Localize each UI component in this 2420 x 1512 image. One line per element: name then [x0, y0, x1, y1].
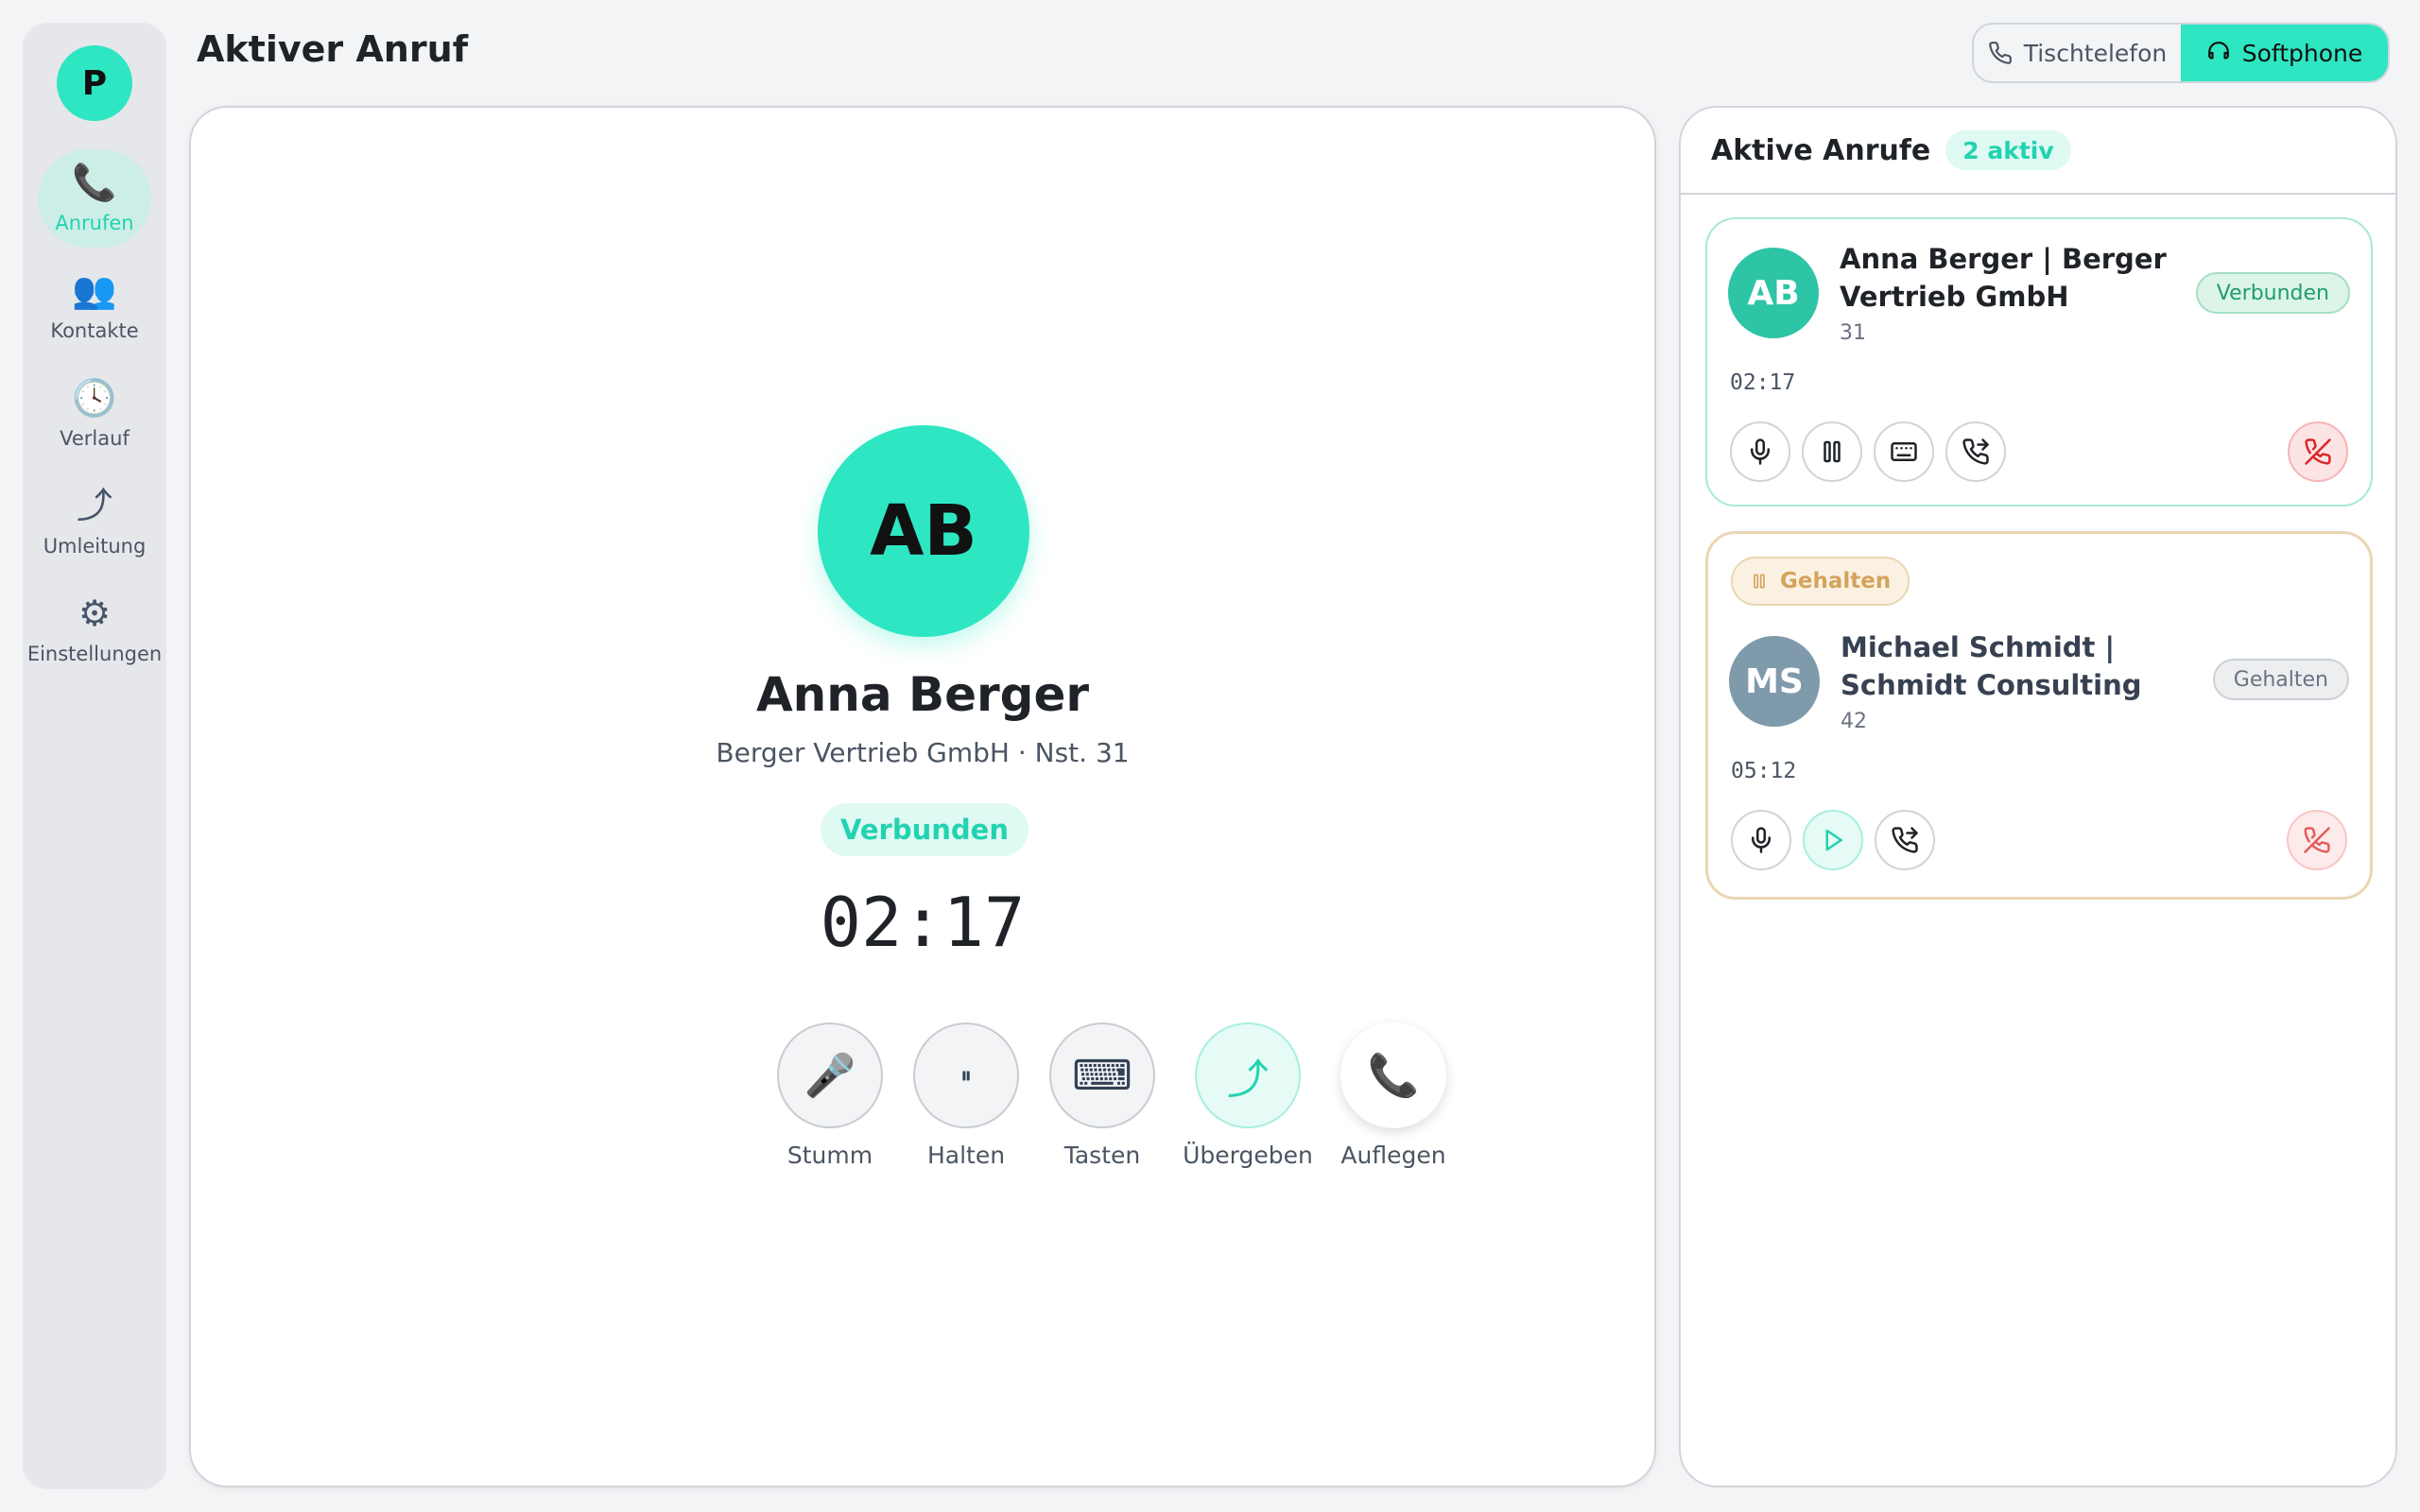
pause-icon: ⏸ [960, 1062, 972, 1089]
keypad-button[interactable]: ⌨ [1049, 1022, 1155, 1128]
call-controls: 🎤 Stumm ⏸ Halten ⌨ Tasten ⤴ Übergeben 📞 [191, 1022, 1654, 1193]
microphone-icon [1752, 827, 1771, 853]
status-badge: Gehalten [2212, 659, 2349, 700]
sidebar-item-label: Einstellungen [26, 643, 163, 665]
avatar: MS [1729, 636, 1820, 727]
hangup-button[interactable] [2288, 421, 2348, 482]
keypad-button[interactable] [1874, 421, 1934, 482]
call-extension: 42 [1841, 710, 1867, 733]
phone-icon: 📞 [72, 162, 117, 203]
active-count-badge: 2 aktiv [1945, 130, 2071, 170]
hangup-control: 📞 Auflegen [1322, 1022, 1464, 1169]
phone-off-icon [2304, 827, 2330, 853]
mode-label: Tischtelefon [2023, 39, 2168, 67]
call-actions [1731, 810, 1935, 870]
status-badge: Verbunden [2195, 272, 2350, 314]
keypad-label: Tasten [1063, 1142, 1141, 1169]
keypad-control: ⌨ Tasten [1031, 1022, 1173, 1169]
mode-label: Softphone [2241, 39, 2363, 67]
held-tag-label: Gehalten [1780, 569, 1892, 593]
call-card-held[interactable]: Gehalten MS Michael Schmidt | Schmidt Co… [1705, 531, 2373, 900]
mute-button[interactable] [1730, 421, 1790, 482]
sidebar-item-label: Verlauf [60, 427, 130, 450]
hold-label: Halten [926, 1142, 1006, 1169]
call-timer: 02:17 [820, 883, 1026, 962]
transfer-control: ⤴ Übergeben [1177, 1022, 1319, 1169]
hangup-label: Auflegen [1340, 1142, 1446, 1169]
call-actions [1730, 421, 2006, 482]
resume-button[interactable] [1803, 810, 1863, 870]
keyboard-icon: ⌨ [1072, 1051, 1132, 1100]
mute-button[interactable] [1731, 810, 1791, 870]
phone-forward-icon [1962, 438, 1989, 465]
call-timer: 05:12 [1731, 759, 1797, 783]
forward-arrow-icon: ⤴ [76, 485, 112, 526]
hold-control: ⏸ Halten [895, 1022, 1037, 1169]
app-logo: P [57, 45, 132, 121]
active-call-card: AB Anna Berger Berger Vertrieb GmbH · Ns… [189, 106, 1656, 1487]
phone-forward-icon [1892, 827, 1918, 853]
sidebar-item-umleitung[interactable]: ⤴ Umleitung [38, 472, 151, 571]
avatar: AB [1728, 248, 1819, 338]
call-status-badge: Verbunden [821, 803, 1028, 856]
mode-tischtelefon-button[interactable]: Tischtelefon [1974, 25, 2181, 81]
hangup-button[interactable]: 📞 [1340, 1022, 1446, 1128]
sidebar-item-anrufen[interactable]: 📞 Anrufen [38, 149, 151, 248]
caller-company: Berger Vertrieb GmbH · Nst. 31 [716, 737, 1130, 768]
transfer-button[interactable] [1945, 421, 2006, 482]
phone-icon [1988, 42, 2012, 64]
call-extension: 31 [1840, 321, 1866, 345]
call-contact-name: Michael Schmidt | Schmidt Consulting [1841, 631, 2142, 701]
mute-button[interactable]: 🎤 [777, 1022, 883, 1128]
phone-hangup-icon: 📞 [1367, 1052, 1420, 1100]
sidebar-item-label: Anrufen [55, 212, 134, 234]
hangup-button[interactable] [2287, 810, 2347, 870]
mode-softphone-button[interactable]: Softphone [2181, 25, 2388, 81]
sidebar-item-einstellungen[interactable]: ⚙ Einstellungen [27, 580, 162, 679]
microphone-icon: 🎤 [804, 1052, 856, 1100]
sidebar-item-verlauf[interactable]: 🕓 Verlauf [38, 365, 151, 463]
sidebar-item-kontakte[interactable]: 👥 Kontakte [38, 257, 151, 355]
call-timer: 02:17 [1730, 370, 1796, 395]
hold-button[interactable] [1802, 421, 1862, 482]
phone-off-icon [2305, 438, 2331, 465]
panel-header: Aktive Anrufe 2 aktiv [1681, 108, 2395, 195]
mute-control: 🎤 Stumm [759, 1022, 901, 1169]
panel-title: Aktive Anrufe [1711, 133, 1931, 167]
active-calls-panel: Aktive Anrufe 2 aktiv AB Anna Berger | B… [1679, 106, 2397, 1487]
sidebar: P 📞 Anrufen 👥 Kontakte 🕓 Verlauf ⤴ Umlei… [23, 23, 166, 1489]
hold-button[interactable]: ⏸ [913, 1022, 1019, 1128]
headset-icon [2207, 42, 2229, 60]
gear-icon: ⚙ [78, 593, 112, 634]
call-card-connected[interactable]: AB Anna Berger | Berger Vertrieb GmbH 31… [1705, 217, 2373, 507]
contacts-icon: 👥 [72, 269, 117, 311]
sidebar-item-label: Umleitung [43, 535, 147, 558]
transfer-label: Übergeben [1183, 1142, 1313, 1169]
transfer-button[interactable] [1875, 810, 1935, 870]
device-mode-toggle: Tischtelefon Softphone [1972, 23, 2390, 83]
call-contact-name: Anna Berger | Berger Vertrieb GmbH [1840, 243, 2167, 313]
pause-icon [1754, 574, 1765, 589]
caller-name: Anna Berger [755, 667, 1090, 722]
transfer-arrow-icon: ⤴ [1227, 1056, 1269, 1104]
keyboard-icon [1891, 442, 1917, 461]
held-tag: Gehalten [1731, 557, 1910, 606]
sidebar-item-label: Kontakte [50, 319, 139, 342]
pause-icon [1824, 440, 1841, 463]
sidebar-nav: 📞 Anrufen 👥 Kontakte 🕓 Verlauf ⤴ Umleitu… [23, 149, 166, 679]
microphone-icon [1751, 438, 1770, 465]
transfer-button[interactable]: ⤴ [1195, 1022, 1301, 1128]
mute-label: Stumm [786, 1142, 873, 1169]
play-icon [1825, 829, 1842, 851]
caller-avatar: AB [818, 425, 1029, 637]
page-title: Aktiver Anruf [197, 28, 469, 70]
clock-icon: 🕓 [72, 377, 117, 419]
